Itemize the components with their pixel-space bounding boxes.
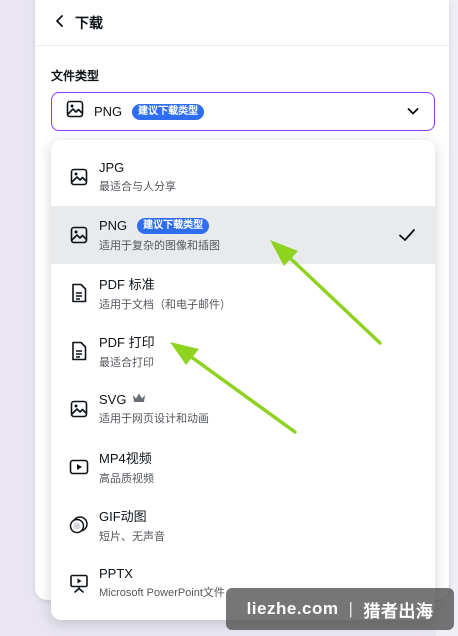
option-svg[interactable]: SVG 适用于网页设计和动画	[51, 380, 435, 438]
document-icon	[69, 283, 89, 303]
option-png[interactable]: PNG 建议下载类型 适用于复杂的图像和插图	[51, 206, 435, 264]
option-desc: 适用于复杂的图像和插图	[99, 239, 220, 252]
gif-icon	[69, 515, 89, 535]
video-icon	[69, 457, 89, 477]
file-type-label: 文件类型	[51, 69, 100, 83]
recommended-badge: 建议下载类型	[132, 103, 205, 120]
watermark-brand: 猎者出海	[363, 601, 434, 621]
option-desc: 短片、无声音	[99, 531, 165, 543]
file-type-dropdown: JPG 最适合与人分享 PNG 建议下载类型 适用于复杂的图像和插图 PDF 标准…	[51, 140, 435, 620]
option-desc: Microsoft PowerPoint文件	[99, 587, 225, 599]
file-type-select[interactable]: PNG 建议下载类型	[51, 92, 435, 131]
option-mp4[interactable]: MP4视频 高品质视频	[51, 438, 435, 496]
crown-icon	[132, 392, 146, 407]
chevron-left-icon[interactable]	[53, 12, 73, 33]
option-pdf-standard[interactable]: PDF 标准 适用于文档（和电子邮件）	[51, 264, 435, 322]
recommended-badge: 建议下载类型	[137, 217, 210, 234]
chevron-down-icon	[406, 104, 420, 123]
panel-header: 下载	[35, 0, 449, 46]
watermark: liezhe.com | 猎者出海	[226, 588, 454, 630]
image-icon	[69, 167, 89, 187]
option-desc: 最适合打印	[99, 357, 154, 369]
image-icon	[66, 100, 84, 123]
option-desc: 高品质视频	[99, 473, 154, 485]
option-desc: 适用于网页设计和动画	[99, 413, 209, 425]
option-gif[interactable]: GIF动图 短片、无声音	[51, 496, 435, 554]
option-name: PDF 打印	[99, 335, 155, 350]
page-title: 下载	[75, 14, 103, 31]
image-icon	[69, 399, 89, 419]
option-jpg[interactable]: JPG 最适合与人分享	[51, 148, 435, 206]
option-name: SVG	[99, 392, 127, 407]
option-name: GIF动图	[99, 509, 147, 524]
option-name: PDF 标准	[99, 277, 155, 292]
option-pdf-print[interactable]: PDF 打印 最适合打印	[51, 322, 435, 380]
option-name: PPTX	[99, 566, 133, 581]
check-icon	[397, 225, 417, 250]
option-desc: 最适合与人分享	[99, 181, 176, 193]
watermark-divider: |	[348, 599, 354, 618]
option-name: JPG	[99, 160, 125, 175]
presentation-icon	[69, 573, 89, 593]
option-desc: 适用于文档（和电子邮件）	[99, 299, 231, 311]
document-icon	[69, 341, 89, 361]
option-name: MP4视频	[99, 451, 152, 466]
option-name: PNG	[99, 218, 128, 233]
watermark-site: liezhe.com	[246, 599, 339, 618]
image-icon	[69, 225, 89, 245]
selected-file-type: PNG	[94, 104, 123, 119]
